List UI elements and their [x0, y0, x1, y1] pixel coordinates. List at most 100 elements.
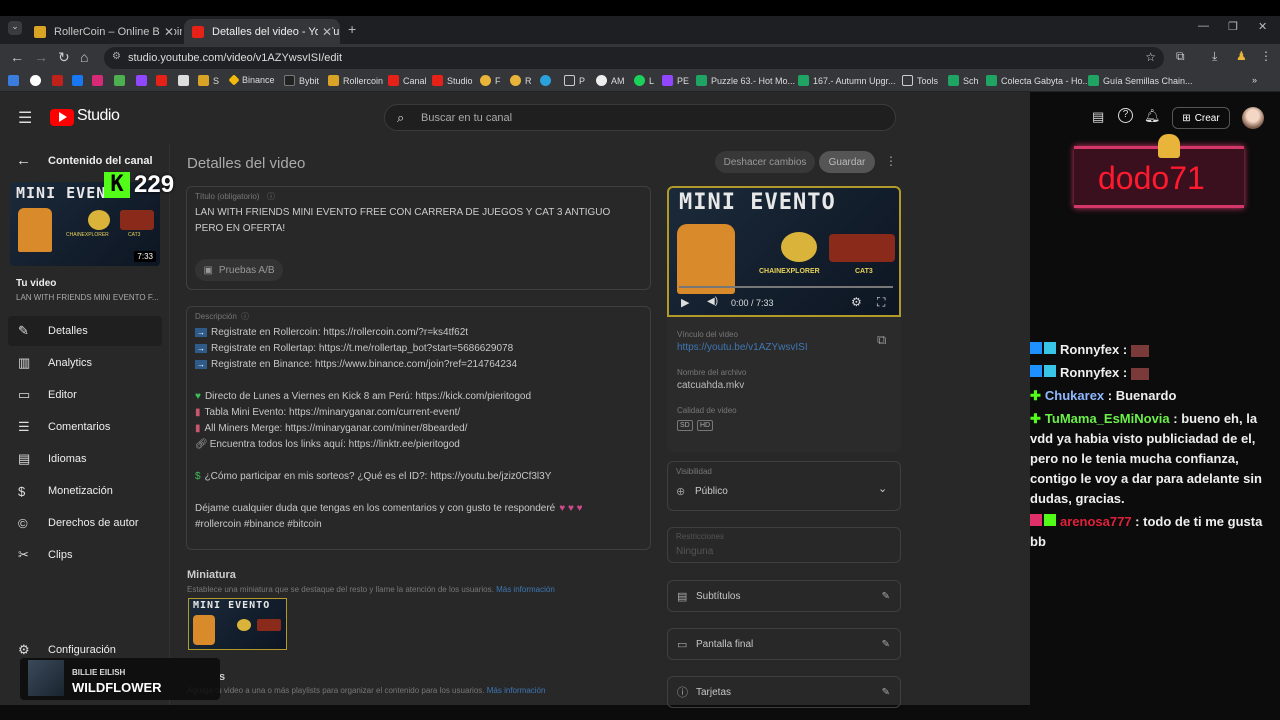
bookmark-icon[interactable] — [156, 75, 171, 86]
close-icon[interactable]: ✕ — [317, 24, 332, 39]
bookmark-s[interactable]: S — [198, 75, 219, 86]
url-field[interactable]: ⚙ studio.youtube.com/video/v1AZYwsvISI/e… — [104, 47, 1164, 69]
bookmark-autumn[interactable]: 167.- Autumn Upgr... — [798, 75, 896, 86]
hamburger-icon[interactable]: ☰ — [18, 108, 32, 128]
end-screen-card[interactable]: ▭ Pantalla final ✎ — [667, 628, 901, 660]
subtitles-card[interactable]: ▤ Subtítulos ✎ — [667, 580, 901, 612]
bookmark-colecta[interactable]: Colecta Gabyta - Ho... — [986, 75, 1090, 86]
title-field[interactable]: Título (obligatorio) ⓘ LAN WITH FRIENDS … — [186, 186, 651, 290]
channel-content-link[interactable]: Contenido del canal — [48, 155, 153, 167]
copy-icon[interactable]: ⧉ — [877, 332, 886, 348]
thumbnail-option[interactable]: MINI EVENTO — [188, 598, 287, 650]
bookmark-icon[interactable] — [114, 75, 129, 86]
help-circle-icon: ⓘ — [267, 192, 275, 201]
bookmark-sch[interactable]: Sch — [948, 75, 979, 86]
close-icon[interactable]: ✕ — [159, 24, 174, 39]
bookmark-p[interactable]: P — [564, 75, 585, 86]
gear-icon[interactable]: ⚙ — [851, 295, 862, 309]
bookmark-icon[interactable] — [92, 75, 107, 86]
cards-card[interactable]: ⓘ Tarjetas ✎ — [667, 676, 901, 708]
bookmark-f[interactable]: F — [480, 75, 501, 86]
pencil-icon: ✎ — [18, 323, 29, 338]
extension-icon[interactable]: ♟ — [1236, 49, 1247, 63]
visibility-select[interactable]: Visibilidad ⊕ Público ⌄ — [667, 461, 901, 511]
restrictions-field[interactable]: Restricciones Ninguna — [667, 527, 901, 563]
window-close-icon[interactable]: ✕ — [1258, 20, 1267, 33]
sidebar-item-clips[interactable]: ✂ Clips — [8, 540, 162, 570]
bookmark-icon[interactable] — [540, 75, 555, 86]
more-info-link[interactable]: Más información — [496, 585, 555, 594]
bookmark-tools[interactable]: Tools — [902, 75, 938, 86]
bookmark-icon[interactable] — [136, 75, 151, 86]
bookmark-l[interactable]: L — [634, 75, 654, 86]
minimize-icon[interactable]: — — [1198, 20, 1209, 32]
more-bookmarks-icon[interactable]: » — [1252, 75, 1257, 85]
bookmark-puzzle[interactable]: Puzzle 63.- Hot Mo... — [696, 75, 795, 86]
bookmark-bybit[interactable]: Bybit — [284, 75, 319, 86]
site-info-icon[interactable]: ⚙ — [112, 51, 121, 62]
more-options-icon[interactable]: ⋮ — [885, 154, 897, 168]
more-info-link[interactable]: Más información — [487, 686, 546, 695]
sidebar-item-detalles[interactable]: ✎ Detalles — [8, 316, 162, 346]
back-icon[interactable]: ← — [10, 49, 24, 65]
bookmark-studio[interactable]: Studio — [432, 75, 473, 86]
pencil-icon[interactable]: ✎ — [882, 687, 890, 698]
reload-icon[interactable]: ↻ — [58, 49, 70, 66]
chat-message: Ronnyfex : — [1030, 363, 1280, 383]
bookmark-pe[interactable]: PE — [662, 75, 689, 86]
fullscreen-icon[interactable]: ⛶ — [877, 295, 885, 310]
description-field[interactable]: Descripción ⓘ → Registrate en Rollercoin:… — [186, 306, 651, 550]
save-button[interactable]: Guardar — [819, 151, 875, 173]
messages-icon[interactable]: ▤ — [1092, 109, 1104, 125]
bookmark-binance[interactable]: Binance — [228, 74, 275, 86]
help-icon[interactable]: ? — [1118, 108, 1133, 123]
play-icon[interactable]: ▶ — [681, 296, 689, 309]
quality-sd-badge: SD — [677, 420, 693, 431]
bookmark-am[interactable]: AM — [596, 75, 625, 86]
bookmark-icon[interactable] — [72, 75, 87, 86]
sidebar-item-comentarios[interactable]: ☰ Comentarios — [8, 412, 162, 442]
restore-icon[interactable]: ❐ — [1228, 20, 1238, 33]
bookmark-icon[interactable] — [52, 75, 67, 86]
download-icon[interactable]: ⤓ — [1212, 49, 1217, 64]
extensions-icon[interactable]: ⧉ — [1176, 49, 1185, 64]
home-icon[interactable]: ⌂ — [80, 49, 88, 65]
globe-icon: ⊕ — [676, 486, 686, 498]
sidebar-item-analytics[interactable]: ▥ Analytics — [8, 348, 162, 378]
bookmark-icon[interactable] — [178, 75, 193, 86]
back-arrow-icon[interactable]: ← — [16, 152, 31, 169]
menu-icon[interactable]: ⋮ — [1260, 49, 1272, 63]
bookmark-icon[interactable] — [8, 75, 23, 86]
bookmark-rollercoin[interactable]: Rollercoin — [328, 75, 383, 86]
sidebar-item-idiomas[interactable]: ▤ Idiomas — [8, 444, 162, 474]
video-link[interactable]: https://youtu.be/v1AZYwsvISI — [677, 342, 808, 353]
chat-badge-icon — [1044, 365, 1056, 377]
forward-icon[interactable]: → — [34, 49, 48, 65]
tab-rollercoin[interactable]: RollerCoin – Online Bitcoin Mining ✕ — [26, 19, 182, 44]
bookmark-guia[interactable]: Guía Semillas Chain... — [1088, 75, 1193, 86]
title-label: Título (obligatorio) — [195, 192, 260, 201]
create-button[interactable]: ⊞ Crear — [1172, 107, 1230, 129]
bookmark-canal[interactable]: Canal — [388, 75, 427, 86]
kick-logo-icon: K — [104, 172, 130, 198]
chat-badge-icon — [1044, 514, 1056, 526]
search-input[interactable]: ⌕ Buscar en tu canal — [384, 104, 896, 131]
bookmark-r[interactable]: R — [510, 75, 532, 86]
bookmark-star-icon[interactable]: ☆ — [1145, 50, 1156, 64]
bell-icon[interactable]: 🔔︎ — [1144, 108, 1161, 124]
ab-test-button[interactable]: ▣ Pruebas A/B — [195, 259, 283, 281]
video-player[interactable]: MINI EVENTO CHAINEXPLORER CAT3 ▶ ◀) 0:00… — [667, 186, 901, 317]
avatar[interactable] — [1242, 107, 1264, 129]
tab-search-icon[interactable]: ⌄ — [8, 21, 22, 35]
new-tab-icon[interactable]: + — [348, 21, 356, 37]
sidebar-item-editor[interactable]: ▭ Editor — [8, 380, 162, 410]
progress-bar[interactable] — [679, 286, 893, 288]
sidebar-item-monetizacion[interactable]: $ Monetización — [8, 476, 162, 506]
pencil-icon[interactable]: ✎ — [882, 591, 890, 602]
bookmark-icon[interactable] — [30, 75, 45, 86]
tab-youtube-studio[interactable]: Detalles del video - YouTube Studio ✕ — [184, 19, 340, 44]
undo-button[interactable]: Deshacer cambios — [715, 151, 815, 173]
volume-icon[interactable]: ◀) — [707, 296, 718, 307]
pencil-icon[interactable]: ✎ — [882, 639, 890, 650]
sidebar-item-derechos[interactable]: © Derechos de autor — [8, 508, 162, 538]
